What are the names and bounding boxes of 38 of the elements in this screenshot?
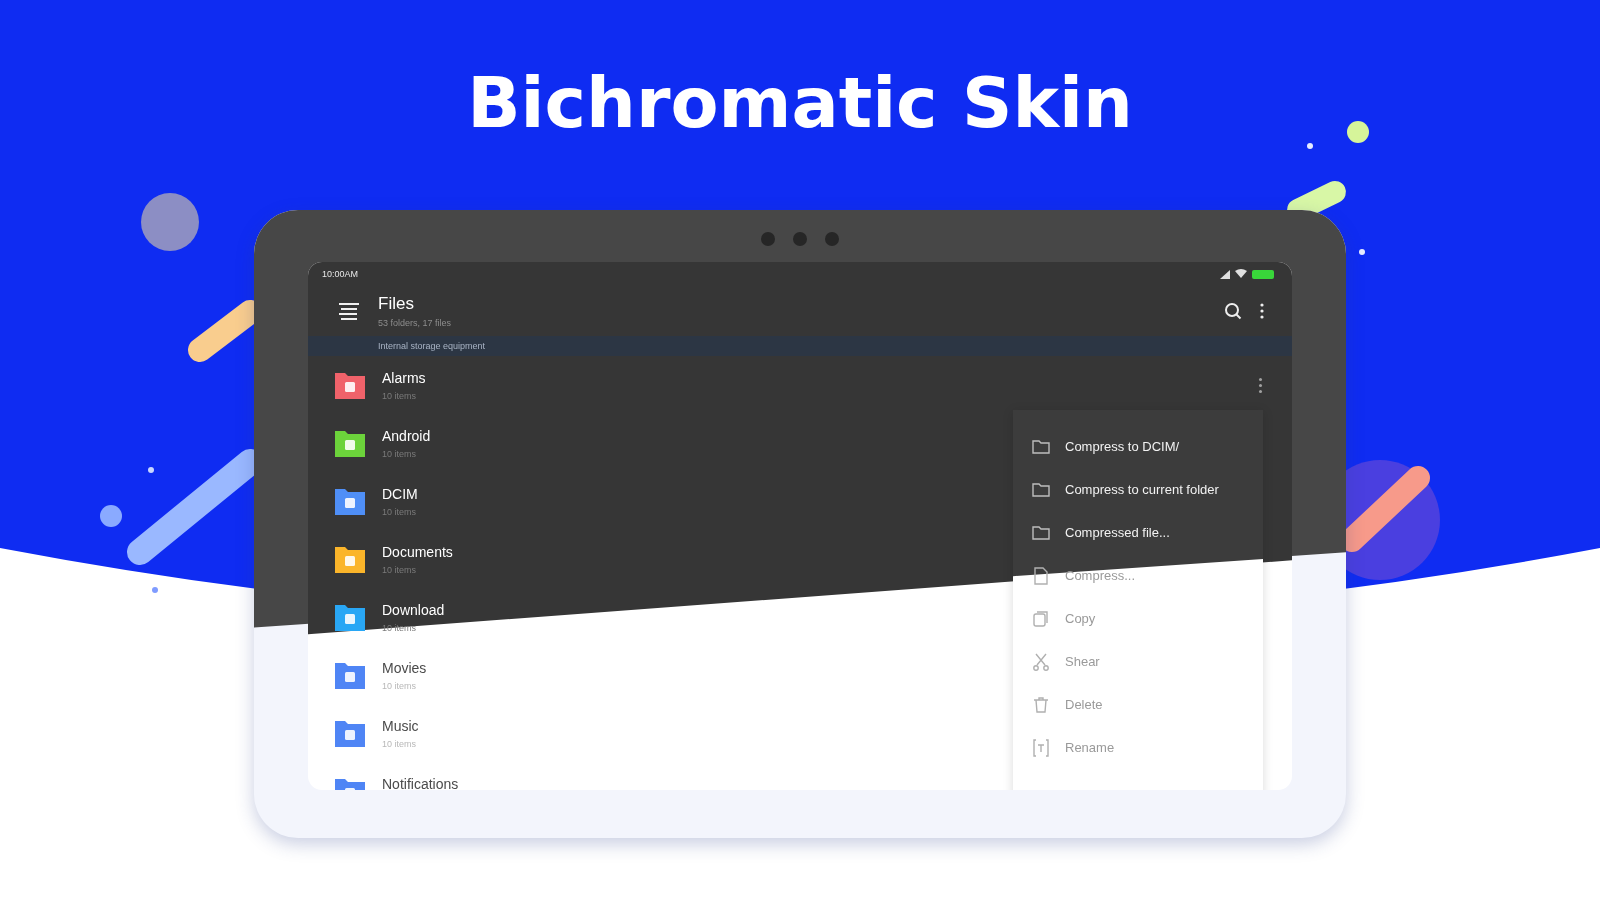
item-count: 10 items	[382, 565, 416, 575]
item-count: 10 items	[382, 391, 416, 401]
item-count: 10 items	[382, 507, 416, 517]
folder-name[interactable]: Movies	[382, 660, 427, 676]
file-icon	[1031, 565, 1051, 586]
decor-dot	[148, 467, 154, 473]
app-title: Files	[378, 294, 414, 314]
menu-item[interactable]: Compress to DCIM/	[1065, 439, 1180, 454]
item-count: 10 items	[382, 449, 416, 459]
folder-name[interactable]: Notifications	[382, 776, 459, 790]
decor-dot	[1359, 249, 1365, 255]
more-icon[interactable]	[1257, 376, 1264, 395]
folder-name[interactable]: Android	[382, 428, 431, 444]
menu-icon[interactable]	[338, 302, 360, 320]
headline: Bichromatic Skin	[467, 68, 1133, 138]
decor-dot	[152, 587, 158, 593]
decor-dot	[100, 505, 122, 527]
decor-dot	[1347, 121, 1369, 143]
folder-name[interactable]: Documents	[382, 544, 453, 560]
text-cursor-icon	[1031, 737, 1051, 758]
status-time: 10:00AM	[322, 269, 359, 279]
folder-name[interactable]: Music	[382, 718, 419, 734]
decor-ball	[141, 193, 199, 251]
item-count: 10 items	[382, 681, 416, 691]
menu-item[interactable]: Compressed file...	[1065, 525, 1170, 540]
scissors-icon	[1031, 651, 1051, 672]
more-icon[interactable]	[1260, 302, 1264, 320]
decor-dot	[1307, 143, 1313, 149]
folder-name[interactable]: Alarms	[382, 370, 426, 386]
search-icon[interactable]	[1224, 302, 1242, 320]
folder-name[interactable]: Download	[382, 602, 445, 618]
menu-item[interactable]: Compress to current folder	[1065, 482, 1219, 497]
app-subtitle: 53 folders, 17 files	[378, 318, 452, 328]
item-count: 10 items	[382, 739, 416, 749]
folder-name[interactable]: DCIM	[382, 486, 418, 502]
storage-path[interactable]: Internal storage equipment	[378, 341, 486, 351]
trash-icon	[1031, 694, 1051, 715]
copy-icon	[1031, 608, 1051, 629]
